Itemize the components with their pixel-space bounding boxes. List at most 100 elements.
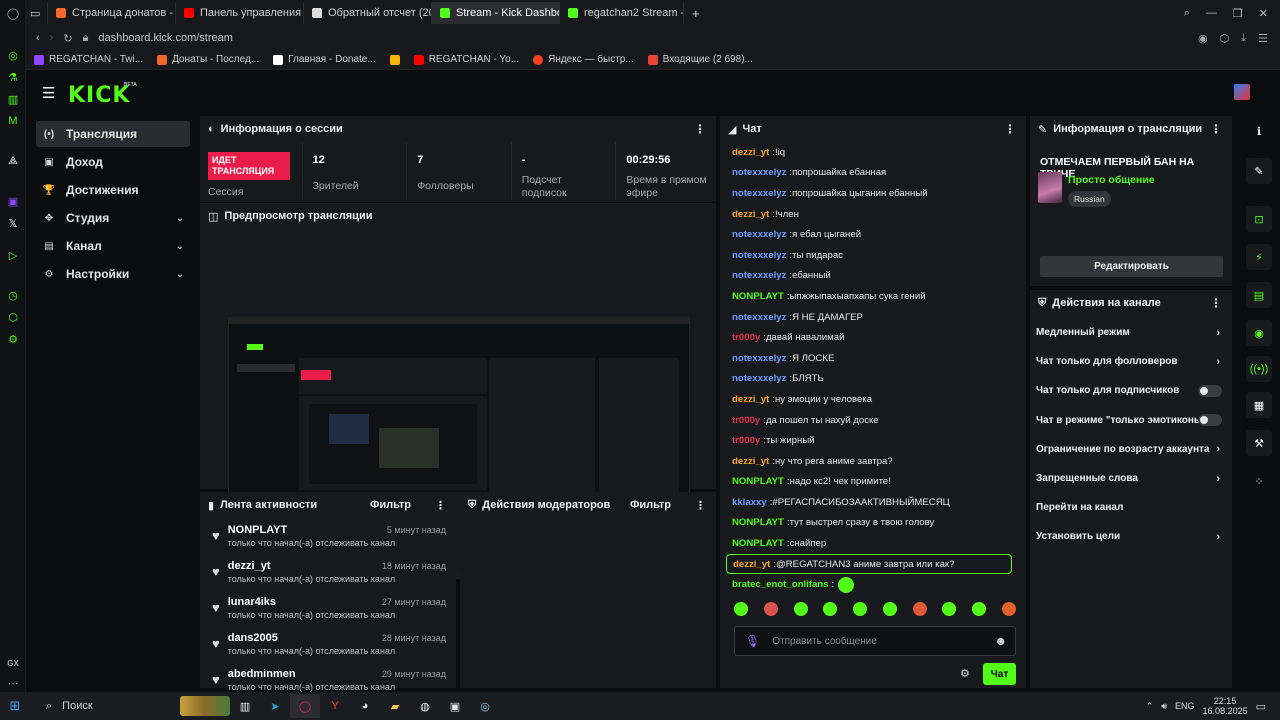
app-icon[interactable]: ◍ xyxy=(410,694,440,718)
kick-logo[interactable]: KICK xyxy=(68,83,130,108)
chat-message[interactable]: notexxxelyz: ты пидарас xyxy=(720,245,1016,266)
tray-icon[interactable]: ⌃ xyxy=(1146,701,1154,712)
kick-sidebar-icon[interactable]: ⟁ xyxy=(0,150,26,172)
broadcast-icon[interactable]: ((•)) xyxy=(1246,356,1272,382)
maximize-button[interactable]: ❐ xyxy=(1233,7,1243,20)
steam-icon[interactable]: ◎ xyxy=(470,694,500,718)
extensions-sidebar-icon[interactable]: ⬡ xyxy=(0,306,26,328)
subscribers-only-toggle[interactable] xyxy=(1198,384,1222,397)
action-banned-words[interactable]: Запрещенные слова › xyxy=(1030,464,1232,493)
nav-item-studio[interactable]: ✥ Студия ⌄ xyxy=(36,205,190,231)
chat-message[interactable]: notexxxelyz: попрошайка ебанная xyxy=(720,163,1016,184)
chat-message[interactable]: NONPLAYT: тут выстрел сразу в твою голов… xyxy=(720,513,1016,534)
task-view-icon[interactable]: ▥ xyxy=(230,694,260,718)
chat-message[interactable]: dezzi_yt: ну что рега аниме завтра? xyxy=(720,451,1016,472)
reload-icon[interactable]: ↻ xyxy=(63,32,72,45)
bookmark[interactable]: Входящие (2 698)... xyxy=(647,54,753,65)
hamburger-menu-icon[interactable]: ☰ xyxy=(42,84,55,102)
notifications-icon[interactable]: ▭ xyxy=(1256,700,1266,713)
browser-tab[interactable]: Обратный отсчет (2019) xyxy=(304,2,432,24)
chat-message[interactable]: dezzi_yt: ну эмоции у человека xyxy=(720,389,1016,410)
chat-message[interactable]: NONPLAYT: ыпжжыпахыапхапы сука гений xyxy=(720,286,1016,307)
info-icon[interactable]: ℹ xyxy=(1246,118,1272,144)
twitch-sidebar-icon[interactable]: ▣ xyxy=(0,190,26,212)
emote-icon[interactable] xyxy=(1001,602,1016,616)
aria-icon[interactable]: ⚗ xyxy=(0,66,26,88)
chat-message[interactable]: tr000y: давай навалимай xyxy=(720,327,1016,348)
start-button[interactable]: ⊞ xyxy=(0,694,30,718)
bookmark[interactable]: Главная - Donate... xyxy=(273,54,376,65)
chat-send-button[interactable]: Чат xyxy=(983,663,1016,685)
emote-icon[interactable] xyxy=(912,602,927,616)
browser-tab-active[interactable]: Stream - Kick Dashboard xyxy=(432,2,560,24)
action-followers-only[interactable]: Чат только для фолловеров › xyxy=(1030,347,1232,376)
emote-icon[interactable] xyxy=(853,602,868,616)
chat-message[interactable]: dezzi_yt: !iq xyxy=(720,142,1016,163)
tab-islands-icon[interactable]: ◎ xyxy=(0,44,26,66)
emote-icon[interactable] xyxy=(882,602,897,616)
workspaces-icon[interactable]: ▭ xyxy=(26,2,48,24)
chat-message[interactable]: dezzi_yt: !член xyxy=(720,204,1016,225)
emote-icon[interactable] xyxy=(942,602,957,616)
nav-item-channel[interactable]: ▤ Канал ⌄ xyxy=(36,233,190,259)
extensions-icon[interactable]: ⬡ xyxy=(1220,32,1230,45)
emote-icon[interactable] xyxy=(823,602,838,616)
app-icon[interactable]: ▣ xyxy=(440,694,470,718)
emote-icon[interactable] xyxy=(793,602,808,616)
browser-tab[interactable]: Панель управления кана xyxy=(176,2,304,24)
opera-gx-icon[interactable]: ◯ xyxy=(290,694,320,718)
filter-button[interactable]: Фильтр xyxy=(630,499,671,511)
nav-item-achievements[interactable]: 🏆 Достижения xyxy=(36,177,190,203)
back-icon[interactable]: ‹ xyxy=(36,32,40,44)
chat-message[interactable]: notexxxelyz: я ебал цыганей xyxy=(720,224,1016,245)
browser-tab[interactable]: Страница донатов - Пане xyxy=(48,2,176,24)
more-options-icon[interactable]: ⋮ xyxy=(695,499,706,512)
clock[interactable]: 22:15 16.08.2025 xyxy=(1203,696,1248,716)
emote-icon[interactable] xyxy=(972,602,987,616)
yandex-icon[interactable]: Y xyxy=(320,694,350,718)
more-options-icon[interactable]: ⋮ xyxy=(694,122,706,136)
action-slow-mode[interactable]: Медленный режим › xyxy=(1030,318,1232,347)
settings-sidebar-icon[interactable]: ⚙ xyxy=(0,328,26,350)
language-indicator[interactable]: ENG xyxy=(1175,701,1195,711)
emote-icon[interactable] xyxy=(734,602,748,616)
chat-bubble-icon[interactable]: ◉ xyxy=(1246,320,1272,346)
chat-message[interactable]: notexxxelyz: БЛЯТЬ xyxy=(720,369,1016,390)
category-thumbnail[interactable] xyxy=(1038,172,1062,203)
nav-item-broadcast[interactable]: (•) Трансляция xyxy=(36,121,190,147)
taskbar-search[interactable]: ⌕ Поиск xyxy=(40,694,230,718)
scan-icon[interactable]: ⊡ xyxy=(1246,206,1272,232)
obs-icon[interactable]: ◕ xyxy=(350,694,380,718)
speaker-icon[interactable]: 🔊︎ xyxy=(1161,701,1167,712)
more-options-icon[interactable]: ⋮ xyxy=(435,499,446,512)
new-tab-button[interactable]: + xyxy=(684,2,708,24)
user-avatar[interactable] xyxy=(1234,84,1250,100)
notes-icon[interactable]: ▤ xyxy=(1246,282,1272,308)
nav-item-settings[interactable]: ⚙ Настройки ⌄ xyxy=(36,261,190,287)
chat-message[interactable]: NONPLAYT: снайпер xyxy=(720,533,1016,554)
x-sidebar-icon[interactable]: 𝕏 xyxy=(0,212,26,234)
chat-input[interactable]: 🎙︎ Отправить сообщение ☻ xyxy=(734,626,1016,656)
action-set-goals[interactable]: Установить цели › xyxy=(1030,522,1232,551)
microphone-icon[interactable]: 🎙︎ xyxy=(745,634,760,648)
more-options-icon[interactable]: ⋮ xyxy=(1210,296,1222,310)
telegram-icon[interactable]: ➤ xyxy=(260,694,290,718)
close-window-button[interactable]: ✕ xyxy=(1259,7,1268,20)
history-icon[interactable]: ◷ xyxy=(0,284,26,306)
download-icon[interactable]: ⤓ xyxy=(1241,32,1246,45)
gx-icon[interactable]: GX xyxy=(0,652,26,674)
tools-icon[interactable]: ⚒ xyxy=(1246,430,1272,456)
chat-settings-icon[interactable]: ⚙ xyxy=(960,667,970,680)
chat-message[interactable]: notexxxelyz: попрошайка цыганин ебанный xyxy=(720,183,1016,204)
category-link[interactable]: Просто общение xyxy=(1068,174,1155,186)
chat-message[interactable]: tr000y: ты жирный xyxy=(720,430,1016,451)
bookmark[interactable]: Донаты - Послед... xyxy=(157,54,259,65)
messenger-icon[interactable]: M xyxy=(0,110,26,132)
nav-item-revenue[interactable]: ▣ Доход xyxy=(36,149,190,175)
chat-message[interactable]: notexxxelyz: ебанный xyxy=(720,266,1016,287)
bookmark[interactable]: Яндекс — быстр... xyxy=(533,54,634,65)
chat-message[interactable]: bratec_enot_onlifans: xyxy=(720,574,1016,595)
player-icon[interactable]: ▷ xyxy=(0,244,26,266)
more-sidebar-icon[interactable]: ⋯ xyxy=(0,672,26,694)
bookmark[interactable]: REGATCHAN - Yo... xyxy=(413,54,519,65)
